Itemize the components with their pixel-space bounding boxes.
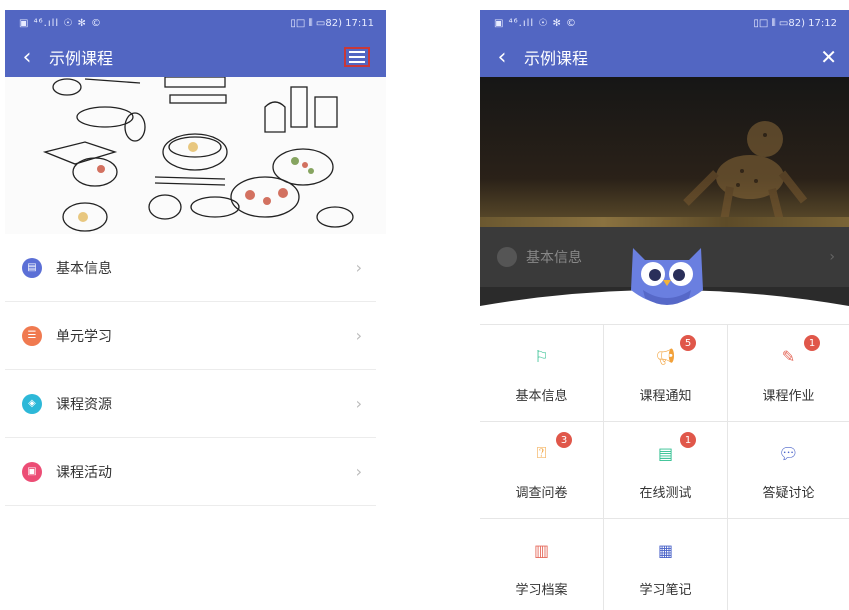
grid-item-label: 学习档案: [515, 583, 568, 598]
grid-item-label: 课程通知: [639, 389, 692, 404]
activity-icon: ▣: [22, 461, 42, 482]
list-item-course-activities[interactable]: ▣ 课程活动 ›: [5, 438, 376, 506]
count-badge: 5: [680, 335, 696, 351]
chat-icon: 💬︎: [778, 443, 799, 463]
list-item-label: 单元学习: [56, 328, 112, 345]
course-banner-image: [480, 77, 849, 222]
title-bar: ‹ 示例课程 ✕: [480, 37, 849, 77]
page-title: 示例课程: [49, 49, 114, 68]
question-doc-icon: ⍰: [536, 443, 547, 462]
clipboard-icon: ▤: [657, 443, 674, 463]
course-banner-image: [5, 77, 386, 234]
status-right: ▯□ ⫴ ▭82) 17:11: [290, 18, 374, 29]
status-left: ▣ ⁴⁶.ıll ☉ ✻ ©: [494, 18, 578, 29]
grid-item-qa-discussion[interactable]: 💬︎ 答疑讨论: [728, 422, 849, 519]
owl-mascot-icon: [631, 248, 703, 305]
feature-grid: ⚐ 基本信息 5 📢︎ 课程通知 1 ✎ 课程作业 3 ⍰ 调查问卷 1 ▤ 在…: [480, 324, 849, 610]
dimmed-list-item-label: 基本信息: [526, 250, 582, 266]
status-left: ▣ ⁴⁶.ıll ☉ ✻ ©: [19, 18, 103, 29]
list-item-label: 基本信息: [56, 260, 112, 277]
list-item-basic-info[interactable]: ▤ 基本信息 ›: [5, 234, 376, 302]
grid-item-study-notes[interactable]: ▦ 学习笔记: [604, 519, 728, 610]
flag-icon: ⚐: [534, 346, 549, 366]
course-screen-right: ▣ ⁴⁶.ıll ☉ ✻ © ▯□ ⫴ ▭82) 17:12 ‹ 示例课程 ✕ …: [480, 10, 849, 610]
list-item-label: 课程资源: [56, 396, 112, 413]
count-badge: 3: [556, 432, 572, 448]
chevron-right-icon: ›: [355, 258, 362, 277]
course-screen-left: ▣ ⁴⁶.ıll ☉ ✻ © ▯□ ⫴ ▭82) 17:11 ‹ 示例课程 ▤ …: [5, 10, 386, 610]
chevron-right-icon: ›: [355, 462, 362, 481]
list-item-course-resources[interactable]: ◈ 课程资源 ›: [5, 370, 376, 438]
count-badge: 1: [680, 432, 696, 448]
grid-item-basic-info[interactable]: ⚐ 基本信息: [480, 325, 604, 422]
grid-item-label: 课程作业: [762, 389, 815, 404]
course-menu-list: ▤ 基本信息 › ☰ 单元学习 › ◈ 课程资源 › ▣ 课程活动 ›: [5, 234, 386, 506]
chevron-right-icon: ›: [829, 249, 835, 265]
count-badge: 1: [804, 335, 820, 351]
grid-item-homework[interactable]: 1 ✎ 课程作业: [728, 325, 849, 422]
list-item-unit-study[interactable]: ☰ 单元学习 ›: [5, 302, 376, 370]
info-icon: ▤: [22, 257, 42, 278]
grid-item-learning-archive[interactable]: ▥ 学习档案: [480, 519, 604, 610]
page-title: 示例课程: [524, 49, 589, 68]
grid-item-label: 学习笔记: [639, 583, 692, 598]
stack-icon: ◈: [22, 393, 42, 414]
calendar-icon: ▦: [657, 540, 674, 560]
edit-icon: ✎: [781, 346, 796, 366]
grid-item-label: 调查问卷: [515, 486, 568, 501]
status-bar: ▣ ⁴⁶.ıll ☉ ✻ © ▯□ ⫴ ▭82) 17:12: [480, 10, 849, 37]
grid-item-label: 在线测试: [639, 486, 692, 501]
grid-item-notice[interactable]: 5 📢︎ 课程通知: [604, 325, 728, 422]
close-icon[interactable]: ✕: [820, 45, 837, 69]
info-icon: [497, 247, 517, 267]
bar-chart-icon: ▥: [533, 540, 550, 560]
megaphone-icon: 📢︎: [655, 346, 676, 366]
ground-strip: [480, 217, 849, 227]
title-bar: ‹ 示例课程: [5, 37, 386, 77]
list-item-label: 课程活动: [56, 464, 112, 481]
status-bar: ▣ ⁴⁶.ıll ☉ ✻ © ▯□ ⫴ ▭82) 17:11: [5, 10, 386, 37]
status-right: ▯□ ⫴ ▭82) 17:12: [753, 18, 837, 29]
grid-item-label: 答疑讨论: [762, 486, 815, 501]
grid-item-label: 基本信息: [515, 389, 568, 404]
back-icon[interactable]: ‹: [480, 45, 524, 70]
list-icon: ☰: [22, 325, 42, 346]
chevron-right-icon: ›: [355, 326, 362, 345]
grid-empty-cell: [728, 519, 849, 610]
grid-item-survey[interactable]: 3 ⍰ 调查问卷: [480, 422, 604, 519]
menu-icon[interactable]: [344, 47, 370, 67]
grid-item-online-test[interactable]: 1 ▤ 在线测试: [604, 422, 728, 519]
back-icon[interactable]: ‹: [5, 45, 49, 70]
chevron-right-icon: ›: [355, 394, 362, 413]
